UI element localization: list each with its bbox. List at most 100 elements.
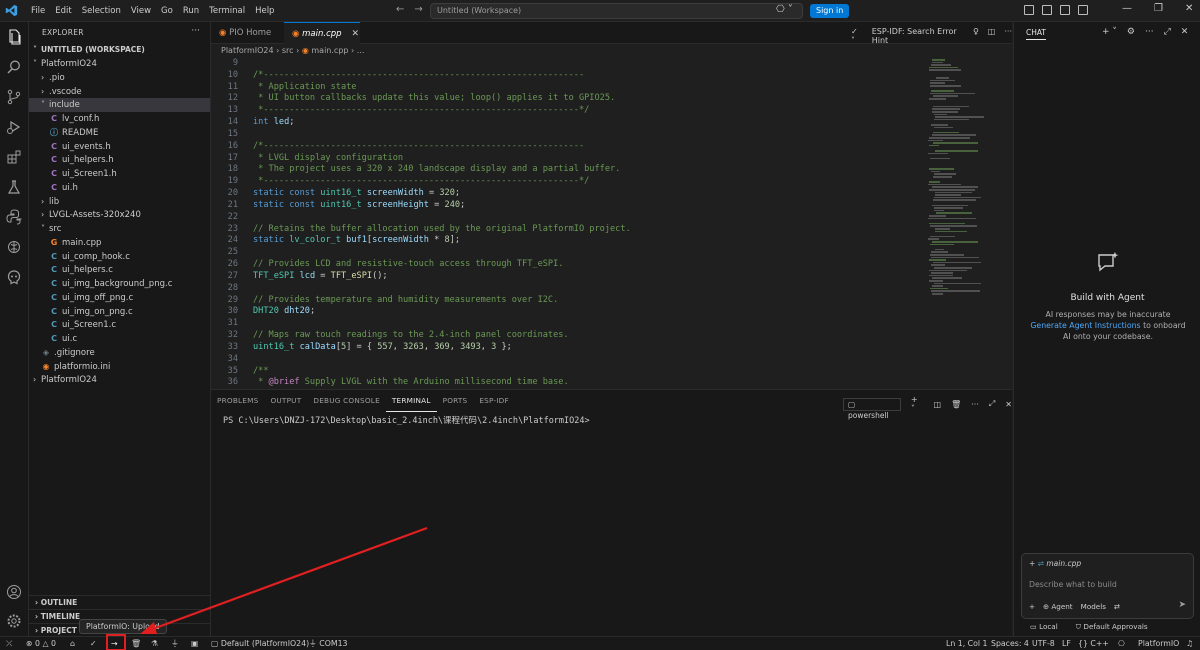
- account-icon[interactable]: [5, 583, 23, 601]
- code-line[interactable]: /**: [253, 366, 269, 376]
- tree-file[interactable]: ⓘ README: [29, 126, 210, 140]
- tree-folder[interactable]: › PlatformIO24: [29, 373, 210, 387]
- tools-icon[interactable]: ⇄: [1114, 602, 1120, 611]
- code-editor[interactable]: 9 10 /*-----------------------------------…: [211, 57, 1012, 389]
- menu-view[interactable]: View: [126, 0, 156, 22]
- command-center-search[interactable]: Untitled (Workspace): [430, 3, 803, 19]
- menu-selection[interactable]: Selection: [77, 0, 126, 22]
- explorer-icon[interactable]: [5, 28, 23, 46]
- tree-file[interactable]: Cui_helpers.c: [29, 263, 210, 277]
- maximize-icon[interactable]: ⤢: [1164, 27, 1171, 37]
- maximize-panel-icon[interactable]: ⤢: [989, 399, 995, 409]
- layout-toggle-icon[interactable]: [1024, 5, 1034, 15]
- tree-file[interactable]: Cui.h: [29, 181, 210, 195]
- tab-main-cpp[interactable]: ◉ main.cpp ✕: [284, 22, 360, 44]
- menu-help[interactable]: Help: [250, 0, 279, 22]
- language-mode[interactable]: {} C++: [1078, 637, 1109, 650]
- code-line[interactable]: int led;: [253, 117, 294, 127]
- code-line[interactable]: *---------------------------------------…: [253, 105, 589, 115]
- outline-section[interactable]: › OUTLINE: [29, 595, 210, 609]
- back-arrow-icon[interactable]: ←: [396, 4, 404, 15]
- more-actions-icon[interactable]: ···: [971, 400, 979, 409]
- agent-mode-selector[interactable]: ⊕ Agent: [1043, 602, 1073, 611]
- copilot-icon[interactable]: ⎔ ˅: [776, 4, 793, 15]
- tree-file[interactable]: Cui_events.h: [29, 140, 210, 154]
- context-file-chip[interactable]: + ⇌ main.cpp: [1029, 559, 1081, 568]
- problems-indicator[interactable]: ⊗ 0 △ 0: [26, 637, 56, 650]
- panel-tab-terminal[interactable]: TERMINAL: [385, 390, 437, 412]
- tree-file[interactable]: Cui_img_off_png.c: [29, 291, 210, 305]
- code-line[interactable]: TFT_eSPI lcd = TFT_eSPI();: [253, 271, 388, 281]
- tree-file[interactable]: Cui_Screen1.c: [29, 318, 210, 332]
- chat-input-box[interactable]: + ⇌ main.cpp Describe what to build + ⊕ …: [1021, 553, 1194, 619]
- chat-title[interactable]: CHAT: [1026, 28, 1047, 40]
- serial-port-selector[interactable]: ⏚ COM13: [309, 637, 348, 650]
- tree-file[interactable]: Cui_img_background_png.c: [29, 277, 210, 291]
- panel-tab-output[interactable]: OUTPUT: [264, 390, 307, 412]
- platformio-alien-icon[interactable]: [5, 268, 23, 286]
- new-terminal-icon[interactable]: + ˅: [911, 395, 924, 413]
- end-of-line[interactable]: LF: [1062, 637, 1071, 650]
- tree-file[interactable]: Gmain.cpp: [29, 236, 210, 250]
- tree-folder[interactable]: › .vscode: [29, 85, 210, 99]
- close-window-icon[interactable]: ✕: [1185, 3, 1193, 14]
- minimize-icon[interactable]: —: [1122, 3, 1132, 14]
- check-icon[interactable]: ✓ ˅: [851, 27, 863, 45]
- extensions-icon[interactable]: [5, 148, 23, 166]
- code-line[interactable]: // Maps raw touch readings to the 2.4-in…: [253, 330, 569, 340]
- encoding[interactable]: UTF-8: [1032, 637, 1055, 650]
- more-actions-icon[interactable]: ···: [191, 26, 200, 36]
- remote-icon[interactable]: ⤫: [6, 637, 12, 650]
- more-actions-icon[interactable]: ···: [1004, 27, 1012, 45]
- tree-folder[interactable]: ˅ include: [29, 98, 210, 113]
- restore-icon[interactable]: ❐: [1154, 3, 1163, 14]
- panel-tab-problems[interactable]: PROBLEMS: [211, 390, 264, 412]
- code-line[interactable]: * UI button callbacks update this value;…: [253, 93, 615, 103]
- esp-idf-search-hint[interactable]: ESP-IDF: Search Error Hint: [872, 27, 964, 45]
- tab-pio-home[interactable]: ◉ PIO Home: [211, 22, 283, 44]
- toggle-secondary-sidebar-icon[interactable]: [1078, 5, 1088, 15]
- toggle-sidebar-icon[interactable]: [1042, 5, 1052, 15]
- terminal-prompt[interactable]: PS C:\Users\DNZJ-172\Desktop\basic_2.4in…: [223, 414, 590, 426]
- indentation[interactable]: Spaces: 4: [991, 637, 1029, 650]
- tree-file[interactable]: Cui_comp_hook.c: [29, 250, 210, 264]
- copilot-status-icon[interactable]: ⎔: [1118, 637, 1125, 650]
- tree-file[interactable]: Cui.c: [29, 332, 210, 346]
- breadcrumb-item[interactable]: PlatformIO24: [221, 46, 274, 55]
- testing-flask-icon[interactable]: [5, 178, 23, 196]
- python-icon[interactable]: [5, 208, 23, 226]
- pio-environment-selector[interactable]: ▢ Default (PlatformIO24): [211, 637, 309, 650]
- terminal-shell-selector[interactable]: ▢ powershell: [843, 397, 901, 420]
- add-context-icon[interactable]: +: [1029, 602, 1035, 611]
- tree-file[interactable]: Cui_helpers.h: [29, 153, 210, 167]
- workspace-header[interactable]: ˅ UNTITLED (WORKSPACE): [29, 43, 210, 57]
- minimap[interactable]: [928, 57, 998, 389]
- breadcrumb-item[interactable]: src: [282, 46, 294, 55]
- pio-build-check-icon[interactable]: ✓: [90, 637, 97, 650]
- tree-folder[interactable]: ˅ PlatformIO24: [29, 57, 210, 71]
- split-editor-icon[interactable]: ◫: [988, 27, 996, 45]
- menu-terminal[interactable]: Terminal: [204, 0, 250, 22]
- tree-file[interactable]: ◈ .gitignore: [29, 346, 210, 360]
- tree-folder[interactable]: › LVGL-Assets-320x240: [29, 208, 210, 222]
- menu-go[interactable]: Go: [156, 0, 178, 22]
- notifications-bell-icon[interactable]: ♫: [1186, 637, 1193, 650]
- run-debug-icon[interactable]: [5, 118, 23, 136]
- code-line[interactable]: // Retains the buffer allocation used by…: [253, 224, 631, 234]
- panel-tab-esp-idf[interactable]: ESP-IDF: [473, 390, 514, 412]
- tree-file[interactable]: ◉ platformio.ini: [29, 360, 210, 374]
- code-line[interactable]: DHT20 dht20;: [253, 306, 315, 316]
- pio-terminal-icon[interactable]: ▣: [191, 637, 198, 650]
- code-line[interactable]: * LVGL display configuration: [253, 153, 403, 163]
- search-icon[interactable]: [5, 58, 23, 76]
- code-line[interactable]: uint16_t calData[5] = { 557, 3263, 369, …: [253, 342, 512, 352]
- new-chat-icon[interactable]: + ˅: [1102, 27, 1117, 37]
- code-line[interactable]: /*--------------------------------------…: [253, 141, 584, 151]
- forward-arrow-icon[interactable]: →: [414, 4, 422, 15]
- pio-home-icon[interactable]: ⌂: [70, 637, 75, 650]
- code-line[interactable]: * Application state: [253, 82, 356, 92]
- split-terminal-icon[interactable]: ◫: [934, 400, 942, 409]
- settings-gear-icon[interactable]: ⚙: [1127, 27, 1135, 37]
- pio-clean-trash-icon[interactable]: 🗑: [131, 637, 141, 650]
- approvals-selector[interactable]: ⛉ Default Approvals: [1076, 622, 1148, 632]
